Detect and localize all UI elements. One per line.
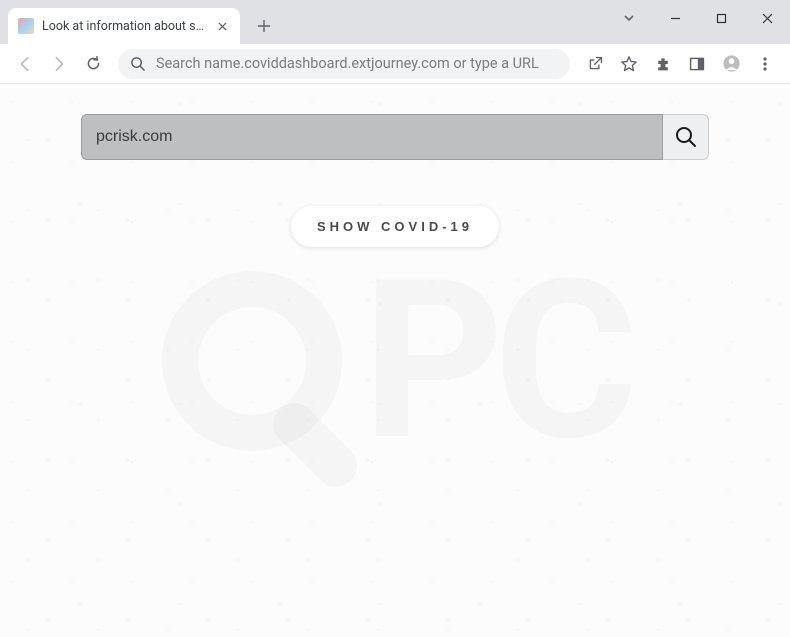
close-icon <box>218 22 227 31</box>
reload-icon <box>85 55 102 72</box>
back-button[interactable] <box>8 49 42 79</box>
close-tab-button[interactable] <box>214 18 230 34</box>
share-icon <box>587 55 604 72</box>
maximize-icon <box>716 13 727 24</box>
watermark-text: PC <box>362 232 628 490</box>
chevron-down-icon <box>622 11 636 25</box>
reload-button[interactable] <box>76 49 110 79</box>
search-input[interactable] <box>81 114 663 160</box>
new-tab-button[interactable] <box>250 12 278 40</box>
browser-tab[interactable]: Look at information about spread <box>8 8 240 44</box>
menu-icon <box>757 56 773 72</box>
menu-button[interactable] <box>748 49 782 79</box>
share-button[interactable] <box>578 49 612 79</box>
show-covid-button[interactable]: SHOW COVID-19 <box>291 206 499 247</box>
maximize-button[interactable] <box>698 2 744 34</box>
tab-title: Look at information about spread <box>42 19 208 34</box>
bookmark-button[interactable] <box>612 49 646 79</box>
extensions-icon <box>655 56 671 72</box>
window-close-icon <box>762 13 773 24</box>
profile-button[interactable] <box>714 49 748 79</box>
side-panel-icon <box>689 56 705 72</box>
back-icon <box>16 55 34 73</box>
side-panel-button[interactable] <box>680 49 714 79</box>
watermark: PC <box>162 232 628 490</box>
magnify-icon <box>674 125 698 149</box>
omnibox[interactable]: Search name.coviddashboard.extjourney.co… <box>118 49 570 79</box>
magnify-watermark-icon <box>162 271 342 451</box>
forward-button[interactable] <box>42 49 76 79</box>
minimize-button[interactable] <box>652 2 698 34</box>
window-controls <box>612 0 790 36</box>
window-close-button[interactable] <box>744 2 790 34</box>
extensions-button[interactable] <box>646 49 680 79</box>
favicon <box>18 18 34 34</box>
page-search-bar <box>81 114 709 160</box>
tab-search-button[interactable] <box>612 2 646 34</box>
minimize-icon <box>670 13 681 24</box>
page-content: PC SHOW COVID-19 <box>0 84 790 637</box>
star-icon <box>620 55 638 73</box>
forward-icon <box>50 55 68 73</box>
omnibox-placeholder: Search name.coviddashboard.extjourney.co… <box>156 55 558 72</box>
search-icon <box>130 56 146 72</box>
toolbar: Search name.coviddashboard.extjourney.co… <box>0 44 790 84</box>
title-bar: Look at information about spread <box>0 0 790 44</box>
search-submit-button[interactable] <box>663 114 709 160</box>
profile-icon <box>722 54 741 73</box>
plus-icon <box>257 19 271 33</box>
